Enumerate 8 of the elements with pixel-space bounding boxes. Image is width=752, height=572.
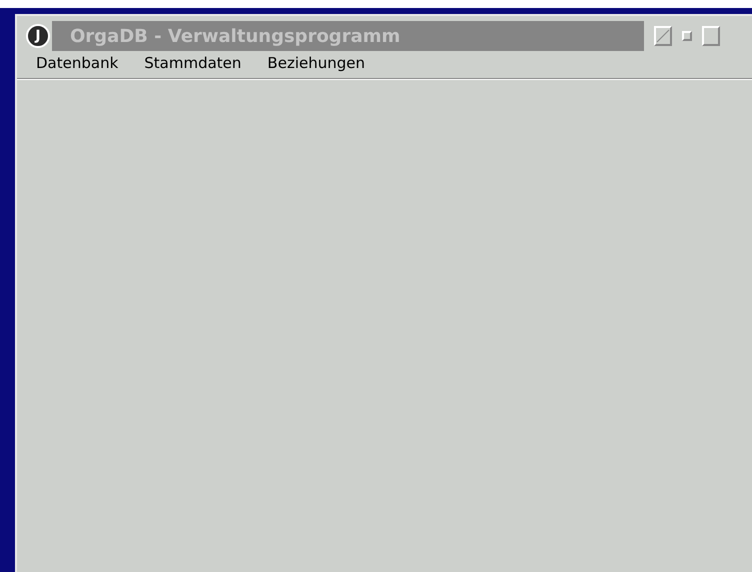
menu-item[interactable]: Datenbank <box>36 54 118 78</box>
menu-item[interactable]: Beziehungen <box>267 54 365 78</box>
restore-button[interactable] <box>654 26 672 46</box>
menu-item[interactable]: Stammdaten <box>144 54 242 78</box>
window-title: OrgaDB - Verwaltungsprogramm <box>70 26 400 46</box>
maximize-button[interactable] <box>702 26 720 46</box>
minimize-button[interactable] <box>682 31 692 41</box>
app-icon[interactable]: J <box>26 24 50 48</box>
